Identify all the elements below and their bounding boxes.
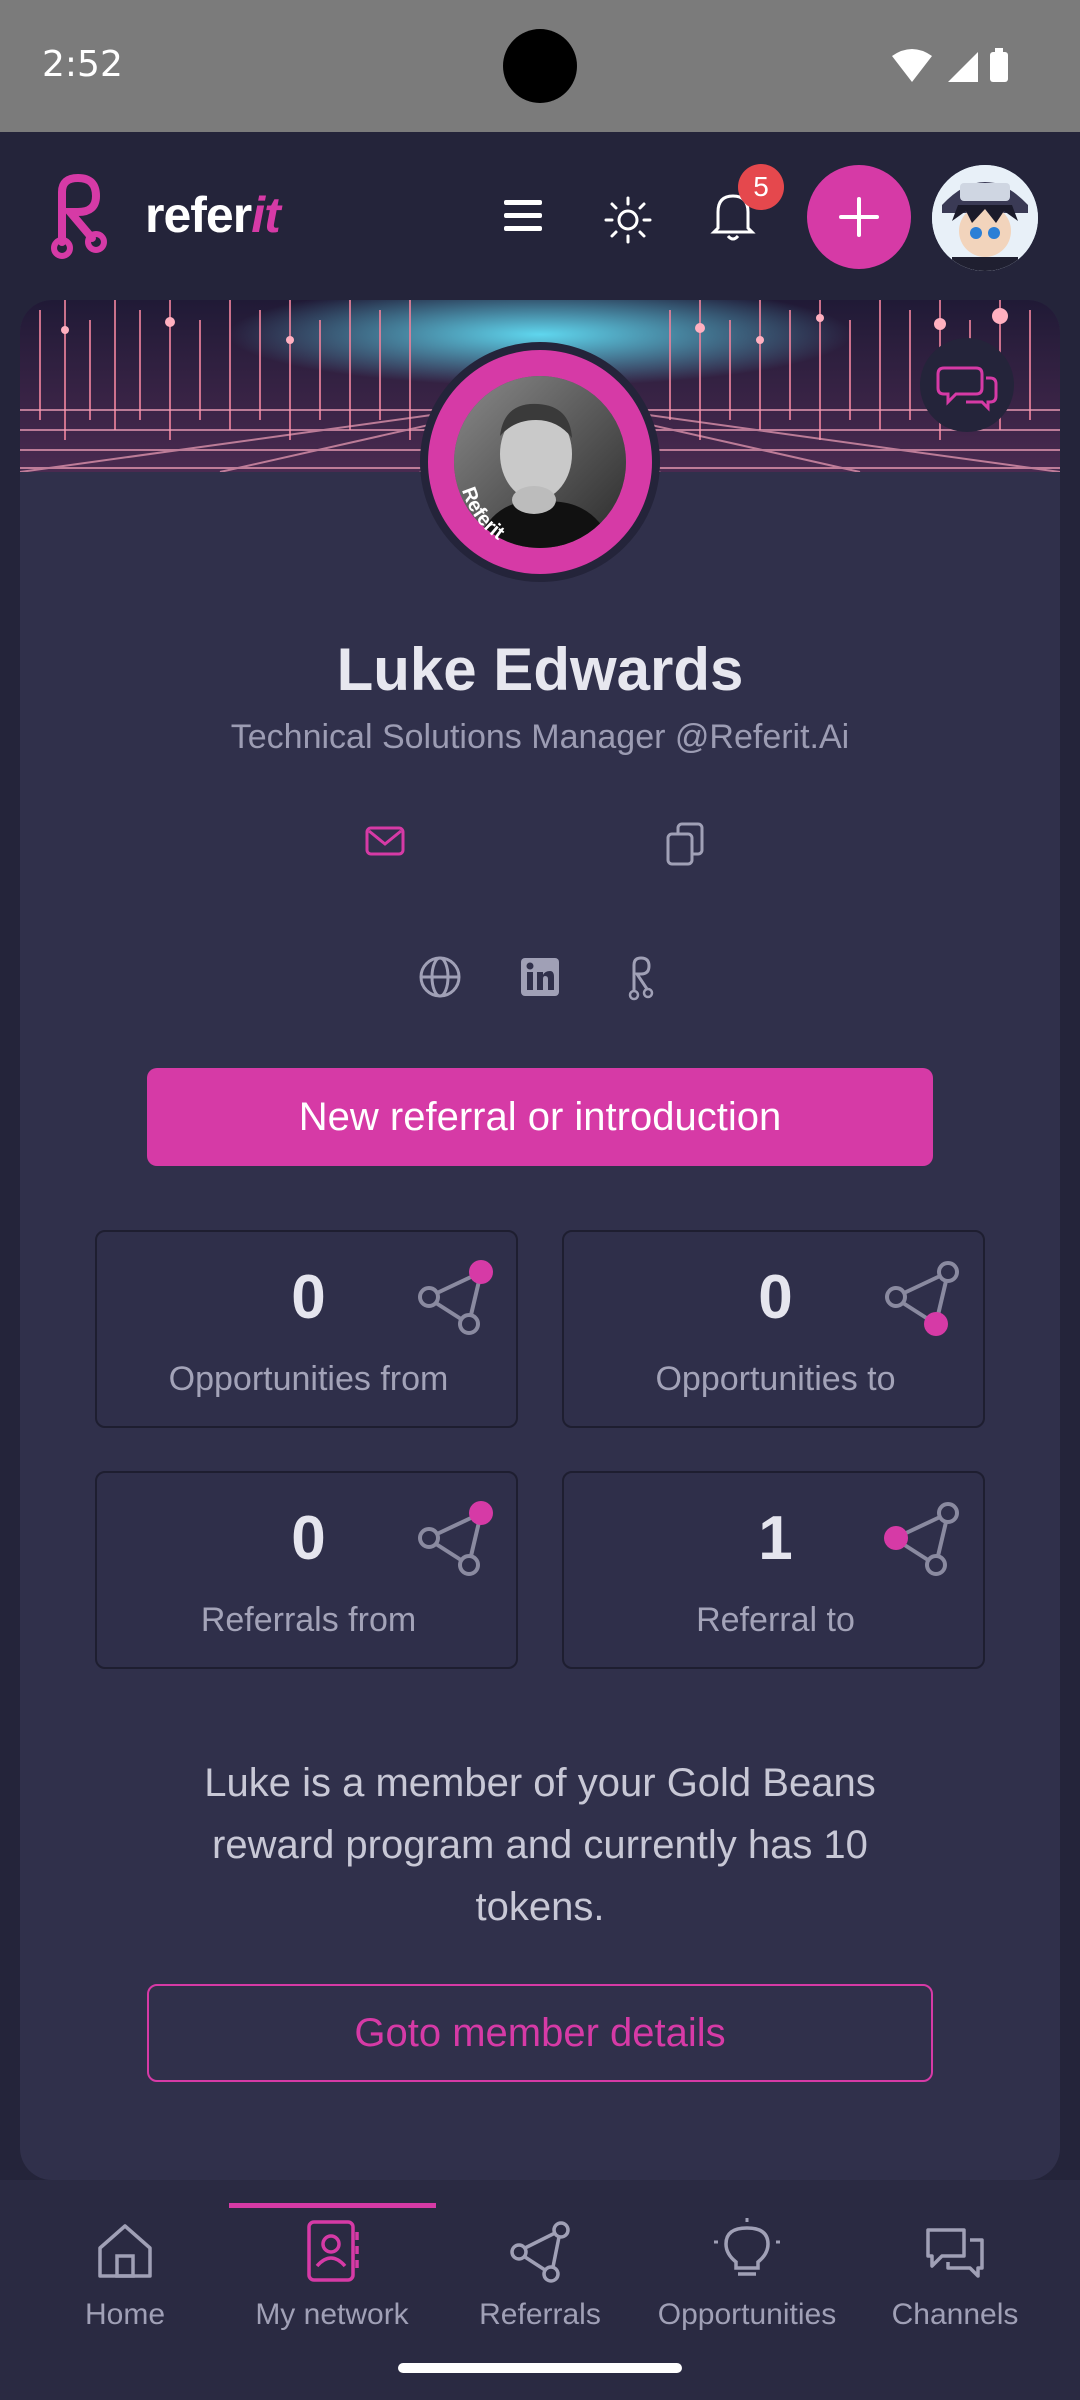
stat-label: Opportunities to bbox=[655, 1360, 896, 1398]
status-bar: 2:52 bbox=[0, 0, 1080, 132]
plus-icon bbox=[839, 197, 879, 237]
lightbulb-icon bbox=[714, 2218, 780, 2276]
nav-referrals[interactable]: Referrals bbox=[440, 2216, 640, 2332]
brand-main: refer bbox=[145, 187, 252, 243]
home-icon bbox=[98, 2224, 152, 2278]
new-referral-button[interactable]: New referral or introduction bbox=[147, 1068, 933, 1166]
stat-opportunities-to[interactable]: 0 Opportunities to bbox=[562, 1230, 985, 1428]
share-network-icon bbox=[884, 1502, 959, 1576]
stat-label: Opportunities from bbox=[168, 1360, 449, 1398]
goto-member-details-button[interactable]: Goto member details bbox=[147, 1984, 933, 2082]
share-network-icon bbox=[885, 1261, 959, 1336]
linkedin-icon[interactable] bbox=[520, 957, 560, 997]
status-icons bbox=[892, 48, 1008, 82]
profile-title: Technical Solutions Manager @Referit.Ai bbox=[230, 718, 850, 756]
stat-referral-to[interactable]: 1 Referral to bbox=[562, 1471, 985, 1669]
stat-referrals-from[interactable]: 0 Referrals from bbox=[95, 1471, 518, 1669]
status-time: 2:52 bbox=[42, 44, 123, 85]
contacts-book-icon bbox=[307, 2220, 359, 2282]
camera-cutout bbox=[503, 29, 577, 103]
profile-name: Luke Edwards bbox=[336, 636, 744, 703]
gesture-home-bar[interactable] bbox=[398, 2363, 682, 2373]
user-avatar[interactable] bbox=[932, 165, 1038, 271]
stat-label: Referrals from bbox=[200, 1601, 417, 1639]
user-avatar-image bbox=[932, 165, 1038, 271]
brand-wordmark[interactable]: referit bbox=[145, 186, 281, 244]
mail-icon[interactable] bbox=[365, 826, 405, 856]
copy-icon[interactable] bbox=[664, 822, 706, 868]
active-tab-indicator bbox=[229, 2203, 436, 2208]
svg-text:Referit: Referit bbox=[457, 484, 509, 545]
nav-channels[interactable]: Channels bbox=[855, 2216, 1055, 2332]
chat-icon bbox=[936, 366, 998, 412]
add-button[interactable] bbox=[807, 165, 911, 269]
nav-home[interactable]: Home bbox=[25, 2216, 225, 2332]
chat-icon bbox=[926, 2228, 984, 2278]
share-network-icon bbox=[510, 2221, 570, 2283]
menu-icon[interactable] bbox=[502, 196, 544, 236]
reward-program-text: Luke is a member of your Gold Beans rewa… bbox=[204, 1761, 876, 1929]
globe-icon[interactable] bbox=[418, 955, 462, 999]
referit-logo-icon[interactable] bbox=[40, 172, 110, 262]
nav-label: Opportunities bbox=[657, 2298, 837, 2331]
nav-label: Referrals bbox=[479, 2298, 601, 2331]
nav-my-network[interactable]: My network bbox=[232, 2216, 432, 2332]
referit-icon[interactable] bbox=[624, 955, 654, 1001]
stat-opportunities-from[interactable]: 0 Opportunities from bbox=[95, 1230, 518, 1428]
referit-photo-tag: Referit bbox=[457, 484, 509, 545]
nav-label: Home bbox=[84, 2298, 166, 2331]
sun-icon[interactable] bbox=[604, 196, 652, 244]
notification-badge: 5 bbox=[738, 164, 784, 210]
share-network-icon bbox=[418, 1501, 493, 1576]
nav-label: Channels bbox=[891, 2298, 1019, 2331]
brand-accent: it bbox=[251, 187, 281, 243]
profile-photo-ring: Referit bbox=[420, 342, 660, 582]
stat-label: Referral to bbox=[696, 1601, 855, 1639]
share-network-icon bbox=[418, 1260, 493, 1335]
chat-button[interactable] bbox=[920, 338, 1014, 432]
nav-label: My network bbox=[255, 2298, 409, 2331]
nav-opportunities[interactable]: Opportunities bbox=[647, 2216, 847, 2332]
